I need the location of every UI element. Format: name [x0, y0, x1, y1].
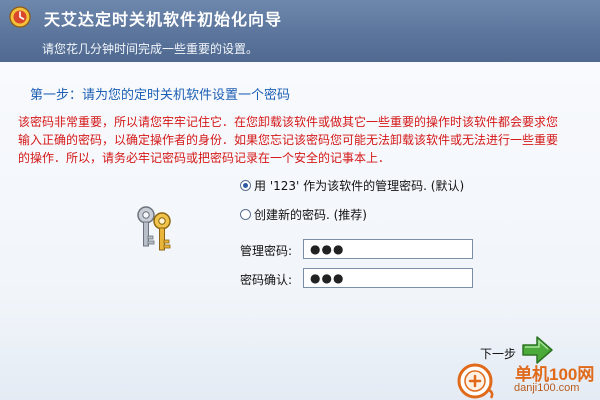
wizard-content: 第一步：请为您的定时关机软件设置一个密码 该密码非常重要，所以请您牢牢记住它．在… [0, 62, 600, 400]
use-default-password-option[interactable]: 用 '123' 作为该软件的管理密码. (默认) [240, 177, 464, 194]
warning-line: 的操作．所以，请务必牢记密码或把密码记录在一个安全的记事本上． [18, 151, 391, 165]
warning-line: 该密码非常重要，所以请您牢牢记住它．在您卸载该软件或做其它一些重要的操作时该软件… [18, 115, 559, 129]
default-password-label: 用 '123' 作为该软件的管理密码. (默认) [254, 179, 465, 193]
password-warning: 该密码非常重要，所以请您牢牢记住它．在您卸载该软件或做其它一些重要的操作时该软件… [18, 113, 590, 167]
next-label[interactable]: 下一步 [480, 345, 516, 362]
window-subtitle: 请您花几分钟时间完成一些重要的设置。 [42, 42, 259, 56]
confirm-password-label: 密码确认: [240, 273, 293, 287]
window-title: 天艾达定时关机软件初始化向导 [44, 10, 283, 29]
admin-password-label: 管理密码: [240, 244, 293, 258]
watermark-logo-icon [457, 363, 494, 399]
wizard-window: 天艾达定时关机软件初始化向导 请您花几分钟时间完成一些重要的设置。 第一步：请为… [0, 0, 600, 400]
watermark-domain: danji100.com [514, 382, 580, 394]
create-password-label: 创建新的密码. (推荐) [254, 208, 367, 222]
radio-default-password[interactable] [240, 180, 251, 191]
create-new-password-option[interactable]: 创建新的密码. (推荐) [240, 206, 367, 223]
step-title: 第一步：请为您的定时关机软件设置一个密码 [30, 88, 291, 103]
confirm-password-field[interactable]: ●●● [303, 268, 473, 288]
admin-password-field[interactable]: ●●● [303, 239, 473, 259]
titlebar: 天艾达定时关机软件初始化向导 请您花几分钟时间完成一些重要的设置。 [0, 0, 600, 62]
keys-icon [137, 206, 171, 251]
app-icon [9, 6, 31, 28]
radio-create-password[interactable] [240, 209, 251, 220]
warning-line: 输入正确的密码，以确定操作者的身份．如果您忘记该密码您可能无法卸载该软件或无法进… [18, 133, 559, 147]
